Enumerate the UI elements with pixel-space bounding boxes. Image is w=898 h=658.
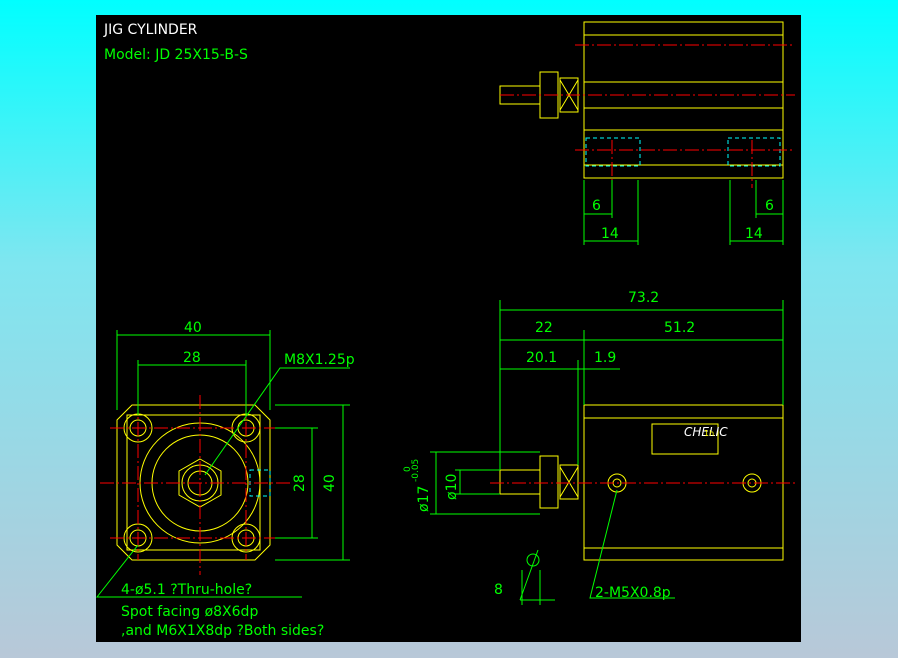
front-view xyxy=(430,300,795,605)
dim-top-right-6: 6 xyxy=(765,198,774,214)
brand-suffix: 1h xyxy=(704,429,714,438)
dim-pitch: 28 xyxy=(183,350,201,366)
drawing-title: JIG CYLINDER xyxy=(103,22,198,38)
dim-height: 40 xyxy=(322,474,338,492)
dim-body-length: 51.2 xyxy=(664,320,695,336)
dim-overall: 73.2 xyxy=(628,290,659,306)
thread-callout: M8X1.25p xyxy=(284,352,355,368)
dim-rod-thread: 20.1 xyxy=(526,350,557,366)
dim-flat: 8 xyxy=(494,582,503,598)
dim-top-left-6: 6 xyxy=(592,198,601,214)
dim-gap: 1.9 xyxy=(594,350,616,366)
side-view xyxy=(95,330,350,598)
dim-vpitch: 28 xyxy=(292,474,308,492)
port-callout: 2-M5X0.8p xyxy=(595,585,671,601)
drawing: JIG CYLINDER Model: JD 25X15-B-S 6 6 14 … xyxy=(95,21,795,639)
dim-width: 40 xyxy=(184,320,202,336)
dim-rod-dia: ø10 xyxy=(444,474,460,500)
top-view xyxy=(499,21,795,245)
note-line-1: 4-ø5.1 ?Thru-hole? xyxy=(121,582,252,598)
dim-boss-tol-lower: -0.05 xyxy=(411,459,421,482)
note-line-2: Spot facing ø8X6dp xyxy=(121,604,258,620)
cad-drawing-canvas: JIG CYLINDER Model: JD 25X15-B-S 6 6 14 … xyxy=(95,15,801,642)
dim-top-right-14: 14 xyxy=(745,226,763,242)
dim-rod-length: 22 xyxy=(535,320,553,336)
note-line-3: ,and M6X1X8dp ?Both sides? xyxy=(121,623,324,639)
model-label: Model: JD 25X15-B-S xyxy=(104,47,248,63)
dim-top-left-14: 14 xyxy=(601,226,619,242)
dim-boss-dia: ø17 xyxy=(416,486,432,512)
